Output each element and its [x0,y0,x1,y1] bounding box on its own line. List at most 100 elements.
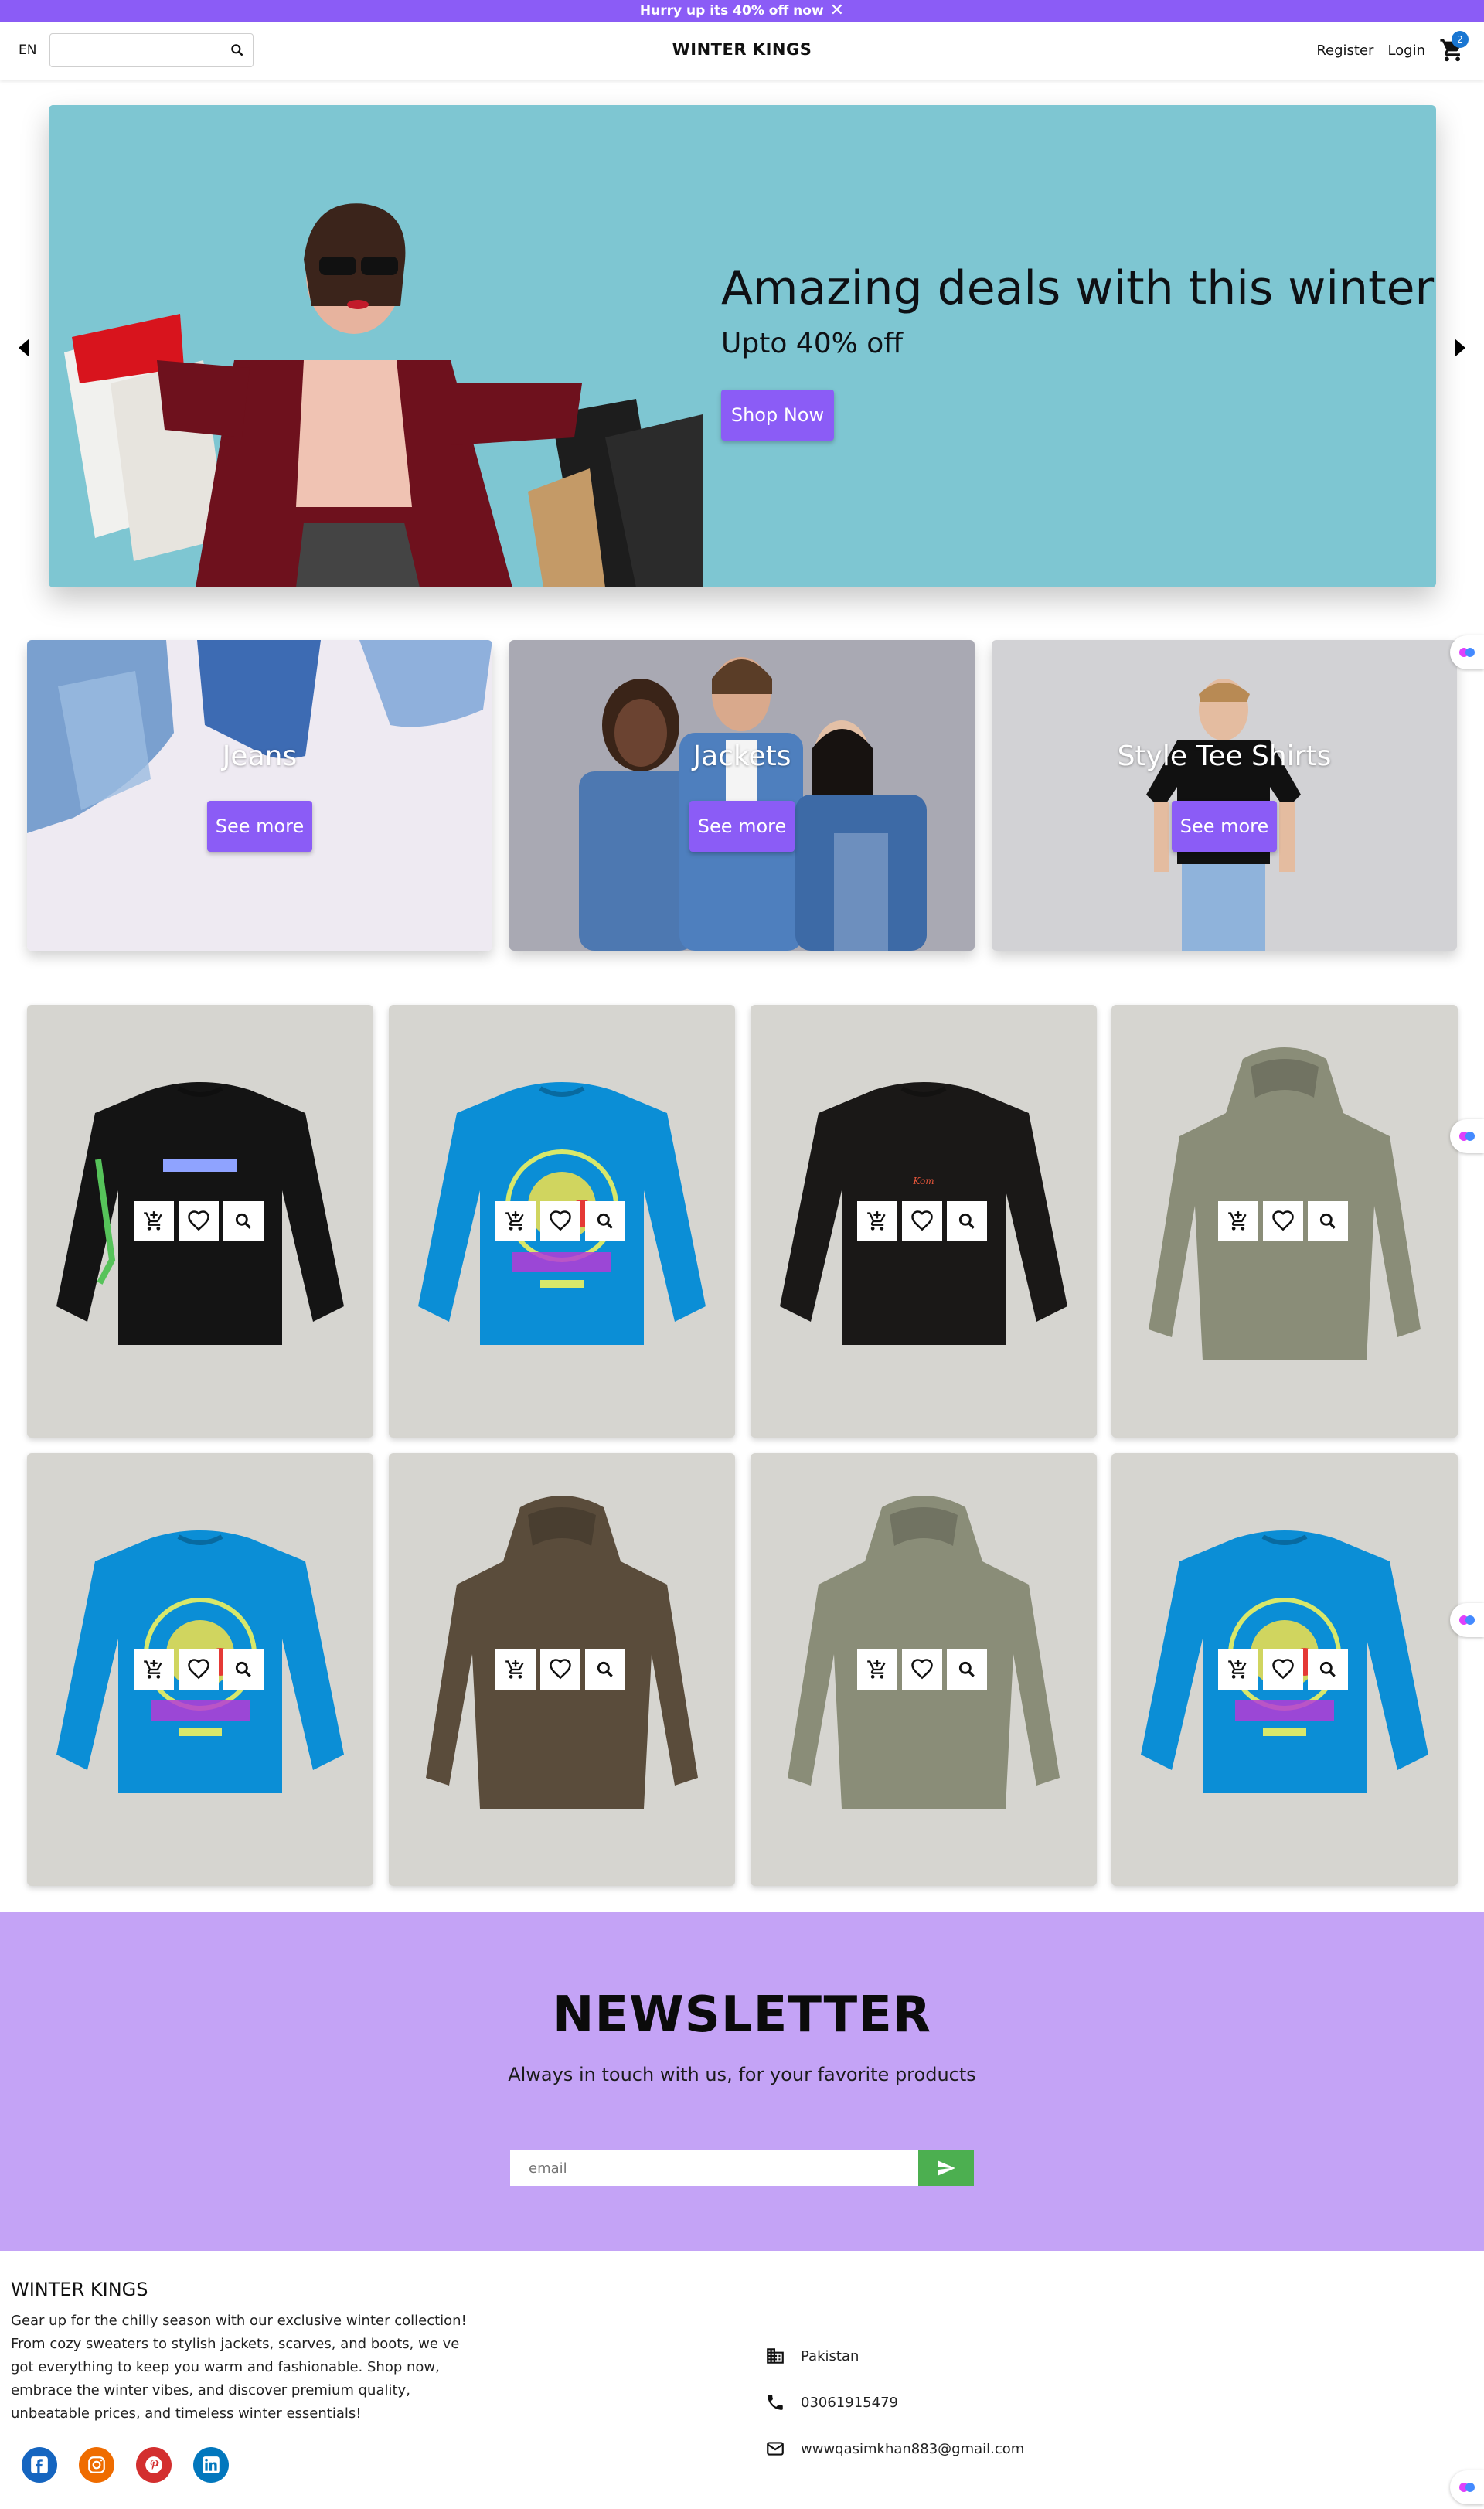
see-more-button[interactable]: See more [689,801,795,852]
product-actions [495,1649,625,1690]
phone-text: 03061915479 [801,2394,898,2411]
add-to-cart-button[interactable] [495,1201,536,1241]
linkedin-link[interactable] [193,2447,229,2483]
carousel-next-button[interactable] [1445,325,1473,371]
product-card[interactable] [1111,1005,1458,1438]
cart-button[interactable]: 2 [1439,31,1469,63]
caret-right-icon [1455,339,1465,357]
category-title: Jackets [693,740,791,772]
heart-icon [1272,1210,1294,1231]
add-to-cart-icon [867,1660,886,1679]
shop-now-button[interactable]: Shop Now [721,390,834,441]
search-input[interactable] [56,40,219,60]
floating-widget-button[interactable] [1450,635,1484,669]
category-card-jackets[interactable]: Jackets See more [509,640,975,951]
quick-view-button[interactable] [585,1201,625,1241]
send-button[interactable] [918,2150,974,2186]
add-to-cart-icon [1228,1660,1247,1679]
country-text: Pakistan [801,2347,859,2364]
product-card[interactable] [27,1005,373,1438]
search-icon [958,1213,975,1229]
product-card[interactable] [27,1453,373,1886]
hero-image [49,105,703,587]
add-to-cart-button[interactable] [134,1649,174,1690]
wishlist-button[interactable] [540,1649,580,1690]
quick-view-button[interactable] [585,1649,625,1690]
floating-widget-button[interactable] [1450,1603,1484,1637]
product-card[interactable] [751,1453,1097,1886]
register-link[interactable]: Register [1316,43,1373,59]
wishlist-button[interactable] [902,1649,942,1690]
add-to-cart-icon [1228,1211,1247,1231]
category-card-tee-shirts[interactable]: Style Tee Shirts See more [992,640,1457,951]
newsletter-title: NEWSLETTER [552,1986,932,2044]
product-actions [857,1201,987,1241]
email-input[interactable] [510,2150,920,2186]
add-to-cart-button[interactable] [857,1201,897,1241]
facebook-link[interactable] [22,2447,57,2483]
add-to-cart-button[interactable] [134,1201,174,1241]
product-actions [1218,1201,1348,1241]
hero-banner: Amazing deals with this winter Upto 40% … [49,105,1436,587]
wishlist-button[interactable] [179,1201,219,1241]
wishlist-button[interactable] [179,1649,219,1690]
quick-view-button[interactable] [223,1649,264,1690]
brain-icon [1459,2483,1475,2492]
wishlist-button[interactable] [1263,1201,1303,1241]
footer-brand: WINTER KINGS [11,2279,148,2300]
search-icon[interactable] [230,43,245,58]
product-card[interactable] [1111,1453,1458,1886]
close-icon[interactable]: ✕ [830,2,844,19]
wishlist-button[interactable] [1263,1649,1303,1690]
hero-subtitle: Upto 40% off [721,328,904,359]
category-card-jeans[interactable]: Jeans See more [27,640,492,951]
contact-email: wwwqasimkhan883@gmail.com [765,2426,1024,2472]
product-card[interactable] [389,1453,735,1886]
pinterest-link[interactable] [136,2447,172,2483]
quick-view-button[interactable] [1308,1201,1348,1241]
brain-icon [1459,1615,1475,1625]
heart-icon [1272,1659,1294,1680]
jackets-image [509,640,975,951]
add-to-cart-icon [144,1211,162,1231]
heart-icon [911,1659,933,1680]
add-to-cart-button[interactable] [1218,1201,1258,1241]
svg-text:Kom: Kom [912,1176,934,1186]
add-to-cart-icon [867,1211,886,1231]
pinterest-icon [145,2456,162,2473]
newsletter-subtitle: Always in touch with us, for your favori… [508,2064,976,2085]
floating-widget-button[interactable] [1450,1119,1484,1153]
heart-icon [188,1659,209,1680]
quick-view-button[interactable] [1308,1649,1348,1690]
wishlist-button[interactable] [540,1201,580,1241]
building-icon [767,2348,784,2364]
search-icon [235,1213,251,1229]
add-to-cart-button[interactable] [1218,1649,1258,1690]
mail-icon [767,2442,784,2456]
see-more-button[interactable]: See more [1172,801,1277,852]
wishlist-button[interactable] [902,1201,942,1241]
login-link[interactable]: Login [1387,43,1425,59]
product-actions [134,1649,264,1690]
add-to-cart-icon [144,1660,162,1679]
search-icon [597,1661,613,1677]
add-to-cart-button[interactable] [857,1649,897,1690]
search-icon [597,1213,613,1229]
add-to-cart-icon [505,1211,524,1231]
add-to-cart-icon [505,1660,524,1679]
see-more-button[interactable]: See more [207,801,312,852]
floating-widget-button[interactable] [1450,2470,1484,2504]
contact-info: Pakistan 03061915479 wwwqasimkhan883@gma… [765,2333,1024,2472]
instagram-link[interactable] [79,2447,114,2483]
product-card[interactable] [389,1005,735,1438]
search-icon [958,1661,975,1677]
brain-icon [1459,1132,1475,1141]
quick-view-button[interactable] [947,1649,987,1690]
language-selector[interactable]: EN [19,43,36,58]
product-card[interactable]: Kom [751,1005,1097,1438]
quick-view-button[interactable] [947,1201,987,1241]
product-actions [134,1201,264,1241]
quick-view-button[interactable] [223,1201,264,1241]
add-to-cart-button[interactable] [495,1649,536,1690]
carousel-prev-button[interactable] [11,325,39,371]
